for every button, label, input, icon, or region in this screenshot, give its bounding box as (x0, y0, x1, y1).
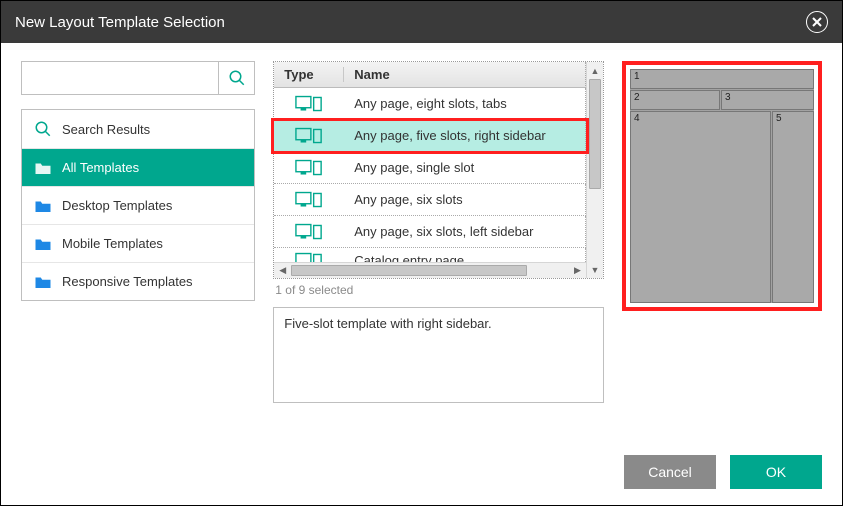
category-label: Search Results (62, 122, 150, 137)
category-list: Search Results All Templates Desktop Tem… (21, 109, 255, 301)
description-box: Five-slot template with right sidebar. (273, 307, 604, 403)
category-label: Desktop Templates (62, 198, 172, 213)
search-input[interactable] (22, 62, 218, 94)
table-row[interactable]: Any page, eight slots, tabs (274, 88, 586, 120)
template-type-icon (274, 159, 344, 177)
category-label: All Templates (62, 160, 139, 175)
search-button[interactable] (218, 62, 254, 94)
category-search-results[interactable]: Search Results (22, 110, 254, 148)
vertical-scrollbar[interactable]: ▲ ▼ (586, 62, 603, 278)
dialog-title: New Layout Template Selection (15, 14, 225, 31)
close-button[interactable] (806, 11, 828, 33)
category-label: Mobile Templates (62, 236, 163, 251)
vscroll-thumb[interactable] (589, 79, 601, 189)
folder-icon (34, 273, 52, 291)
search-icon (34, 120, 52, 138)
preview-slot-5: 5 (772, 111, 814, 303)
left-column: Search Results All Templates Desktop Tem… (21, 61, 255, 403)
cancel-button[interactable]: Cancel (624, 455, 716, 489)
footer: Cancel OK (1, 455, 842, 505)
content-row: Search Results All Templates Desktop Tem… (21, 61, 822, 403)
preview-slot-3: 3 (721, 90, 814, 110)
preview-slot-2: 2 (630, 90, 720, 110)
category-responsive-templates[interactable]: Responsive Templates (22, 262, 254, 300)
category-all-templates[interactable]: All Templates (22, 148, 254, 186)
scroll-left-arrow-icon[interactable]: ◀ (274, 265, 291, 276)
table-row[interactable]: Any page, five slots, right sidebar (274, 120, 586, 152)
table-body: Any page, eight slots, tabs Any page, fi… (274, 88, 586, 262)
hscroll-thumb[interactable] (291, 265, 527, 276)
dialog-body: Search Results All Templates Desktop Tem… (1, 43, 842, 455)
layout-preview-grid: 1 2 3 4 5 (630, 69, 814, 303)
category-desktop-templates[interactable]: Desktop Templates (22, 186, 254, 224)
table-row[interactable]: Any page, six slots, left sidebar (274, 216, 586, 248)
template-name: Any page, eight slots, tabs (344, 96, 585, 111)
middle-column: Type Name Any page, eight slots, tabs An… (273, 61, 604, 403)
selection-status: 1 of 9 selected (273, 279, 604, 307)
template-name: Any page, single slot (344, 160, 585, 175)
folder-icon (34, 235, 52, 253)
ok-button[interactable]: OK (730, 455, 822, 489)
horizontal-scrollbar[interactable]: ◀ ▶ (274, 262, 586, 278)
template-type-icon (274, 223, 344, 241)
layout-preview: 1 2 3 4 5 (622, 61, 822, 311)
template-name: Catalog entry page (344, 253, 585, 262)
preview-slot-4: 4 (630, 111, 771, 303)
category-label: Responsive Templates (62, 274, 193, 289)
scroll-right-arrow-icon[interactable]: ▶ (569, 265, 586, 276)
template-type-icon (274, 191, 344, 209)
template-type-icon (274, 95, 344, 113)
folder-icon (34, 197, 52, 215)
folder-icon (34, 159, 52, 177)
template-type-icon (274, 252, 344, 263)
header-name[interactable]: Name (344, 67, 585, 82)
right-column: 1 2 3 4 5 (622, 61, 822, 403)
template-name: Any page, five slots, right sidebar (344, 128, 585, 143)
template-name: Any page, six slots, left sidebar (344, 224, 585, 239)
scroll-down-arrow-icon[interactable]: ▼ (587, 261, 603, 278)
table-row[interactable]: Any page, single slot (274, 152, 586, 184)
template-name: Any page, six slots (344, 192, 585, 207)
table-row[interactable]: Any page, six slots (274, 184, 586, 216)
category-mobile-templates[interactable]: Mobile Templates (22, 224, 254, 262)
dialog-window: New Layout Template Selection Search Res… (0, 0, 843, 506)
preview-slot-1: 1 (630, 69, 814, 89)
table-row[interactable]: Catalog entry page (274, 248, 586, 262)
template-type-icon (274, 127, 344, 145)
close-icon (812, 17, 822, 27)
table-header: Type Name (274, 62, 586, 88)
description-text: Five-slot template with right sidebar. (284, 316, 491, 331)
titlebar: New Layout Template Selection (1, 1, 842, 43)
search-icon (228, 69, 246, 87)
header-type[interactable]: Type (274, 67, 344, 82)
search-box (21, 61, 255, 95)
scroll-up-arrow-icon[interactable]: ▲ (587, 62, 603, 79)
template-table: Type Name Any page, eight slots, tabs An… (273, 61, 604, 279)
